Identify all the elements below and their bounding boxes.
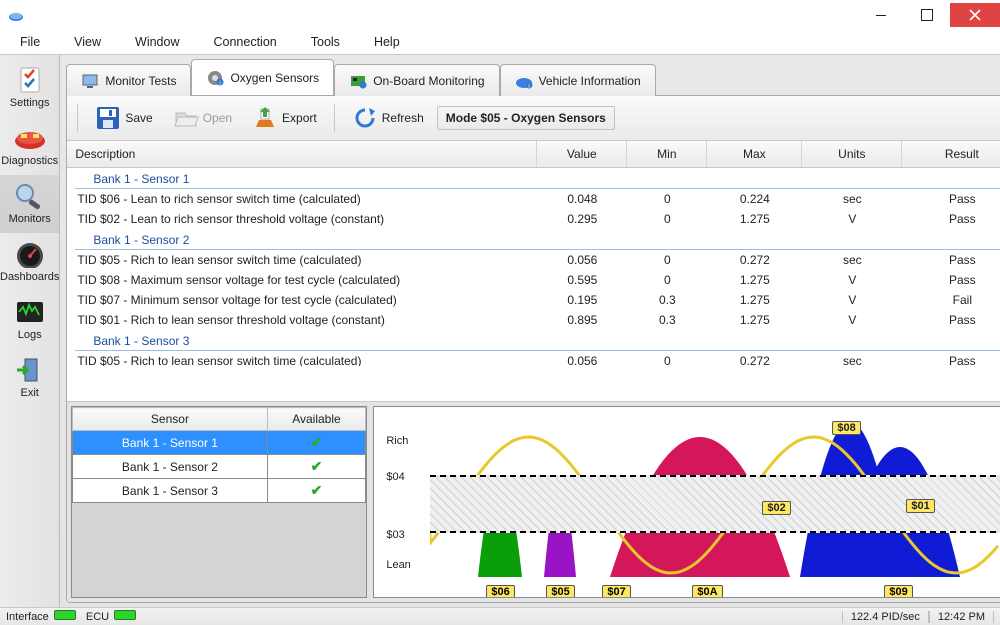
menu-help[interactable]: Help <box>368 33 406 51</box>
group-header: Bank 1 - Sensor 2 <box>75 229 1000 250</box>
col-units[interactable]: Units <box>802 141 902 167</box>
menu-tools[interactable]: Tools <box>305 33 346 51</box>
open-button[interactable]: Open <box>166 100 239 136</box>
peak-label: $08 <box>832 421 860 435</box>
nav-diagnostics[interactable]: Diagnostics <box>0 117 59 175</box>
peak-label: $09 <box>884 585 912 598</box>
check-icon: ✔ <box>311 482 323 498</box>
col-result[interactable]: Result <box>902 141 1000 167</box>
minimize-button[interactable] <box>858 3 904 27</box>
sensor-col[interactable]: Sensor <box>73 408 267 431</box>
menu-connection[interactable]: Connection <box>208 33 283 51</box>
save-label: Save <box>125 111 152 125</box>
exit-icon <box>13 355 47 385</box>
status-bar: Interface ECU 122.4 PID/sec 12:42 PM <box>0 607 1000 625</box>
table-row[interactable]: TID $06 - Lean to rich sensor switch tim… <box>67 189 1000 209</box>
close-button[interactable] <box>950 3 1000 27</box>
peak-label: $01 <box>906 499 934 513</box>
peak-label: $07 <box>602 585 630 598</box>
chart-ylabel: $03 <box>386 529 404 541</box>
table-header: DescriptionValueMinMaxUnitsResult <box>67 141 1000 168</box>
ecu-status: ECU <box>86 610 136 623</box>
table-body: Bank 1 - Sensor 1TID $06 - Lean to rich … <box>67 168 1000 366</box>
tabs: Monitor TestsiOxygen SensorsOn-Board Mon… <box>66 59 1000 95</box>
refresh-label: Refresh <box>382 111 424 125</box>
tab-on-board-monitoring[interactable]: On-Board Monitoring <box>334 64 499 96</box>
maximize-button[interactable] <box>904 3 950 27</box>
tab-monitor-tests[interactable]: Monitor Tests <box>66 64 191 96</box>
table-row[interactable]: TID $07 - Minimum sensor voltage for tes… <box>67 290 1000 310</box>
chart-ylabel: $04 <box>386 471 404 483</box>
logs-icon <box>13 297 47 327</box>
check-icon: ✔ <box>311 434 323 450</box>
interface-status: Interface <box>6 610 76 623</box>
diagnostics-icon <box>13 123 47 153</box>
sensor-col[interactable]: Available <box>267 408 366 431</box>
toolbar: Save Open Export Refresh Mode $05 - Oxyg… <box>67 96 1000 141</box>
svg-text:i: i <box>528 84 529 90</box>
svg-text:i: i <box>220 81 221 87</box>
col-max[interactable]: Max <box>707 141 802 167</box>
menu-file[interactable]: File <box>14 33 46 51</box>
sensor-row[interactable]: Bank 1 - Sensor 1✔ <box>73 431 366 455</box>
open-label: Open <box>203 111 232 125</box>
table-row[interactable]: TID $05 - Rich to lean sensor switch tim… <box>67 250 1000 270</box>
save-button[interactable]: Save <box>88 100 159 136</box>
table-row[interactable]: TID $08 - Maximum sensor voltage for tes… <box>67 270 1000 290</box>
info-icon: i <box>515 72 533 90</box>
menubar: File View Window Connection Tools Help <box>0 30 1000 54</box>
nav-dashboards[interactable]: Dashboards <box>0 233 59 291</box>
app-icon <box>8 7 24 23</box>
group-header: Bank 1 - Sensor 3 <box>75 330 1000 351</box>
chart-ylabel: Rich <box>386 435 408 447</box>
interface-led <box>54 610 76 620</box>
tab-content: Save Open Export Refresh Mode $05 - Oxyg… <box>66 95 1000 603</box>
table-row[interactable]: TID $02 - Lean to rich sensor threshold … <box>67 209 1000 229</box>
col-min[interactable]: Min <box>627 141 707 167</box>
settings-icon <box>13 65 47 95</box>
export-button[interactable]: Export <box>245 100 324 136</box>
peak-label: $0A <box>692 585 722 598</box>
monitor-icon <box>81 72 99 90</box>
data-table: DescriptionValueMinMaxUnitsResult Bank 1… <box>67 141 1000 401</box>
peak-label: $02 <box>762 501 790 515</box>
col-value[interactable]: Value <box>537 141 627 167</box>
chart-ylabel: Lean <box>386 559 410 571</box>
tab-oxygen-sensors[interactable]: iOxygen Sensors <box>191 59 334 95</box>
board-icon <box>349 72 367 90</box>
sensor-row[interactable]: Bank 1 - Sensor 3✔ <box>73 479 366 503</box>
export-label: Export <box>282 111 317 125</box>
tab-vehicle-information[interactable]: iVehicle Information <box>500 64 656 96</box>
left-nav: SettingsDiagnosticsMonitorsDashboardsLog… <box>0 55 60 607</box>
table-row[interactable]: TID $05 - Rich to lean sensor switch tim… <box>67 351 1000 366</box>
monitors-icon <box>13 181 47 211</box>
mode-label: Mode $05 - Oxygen Sensors <box>437 106 615 130</box>
group-header: Bank 1 - Sensor 1 <box>75 168 1000 189</box>
nav-exit[interactable]: Exit <box>0 349 59 407</box>
peak-label: $05 <box>546 585 574 598</box>
ecu-led <box>114 610 136 620</box>
table-row[interactable]: TID $01 - Rich to lean sensor threshold … <box>67 310 1000 330</box>
dashboards-icon <box>13 239 47 269</box>
sensor-table: SensorAvailableBank 1 - Sensor 1✔Bank 1 … <box>71 406 367 598</box>
refresh-button[interactable]: Refresh <box>345 100 431 136</box>
clock: 12:42 PM <box>929 611 994 623</box>
menu-window[interactable]: Window <box>129 33 185 51</box>
sensor-row[interactable]: Bank 1 - Sensor 2✔ <box>73 455 366 479</box>
col-description[interactable]: Description <box>67 141 537 167</box>
check-icon: ✔ <box>311 458 323 474</box>
oxygen-chart: Rich $04 $03 Lean $06 $05 $07 $0A $02 $08 $09 $01 <box>373 406 1000 598</box>
nav-settings[interactable]: Settings <box>0 59 59 117</box>
peak-label: $06 <box>486 585 514 598</box>
titlebar <box>0 0 1000 30</box>
gear-icon: i <box>206 69 224 87</box>
nav-monitors[interactable]: Monitors <box>0 175 59 233</box>
pid-rate: 122.4 PID/sec <box>842 611 929 623</box>
menu-view[interactable]: View <box>68 33 107 51</box>
nav-logs[interactable]: Logs <box>0 291 59 349</box>
